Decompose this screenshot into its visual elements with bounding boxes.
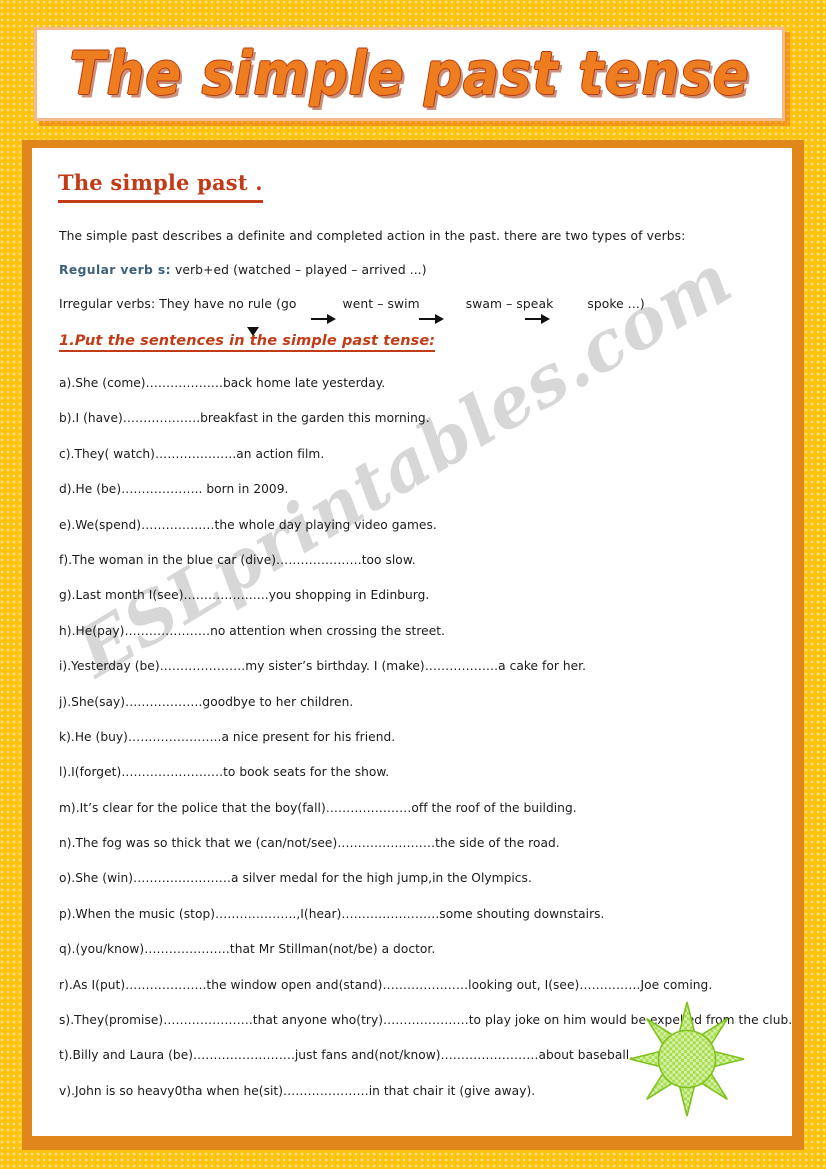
title-banner: The simple past tense <box>34 27 785 121</box>
exercise-item: a).She (come)……………….back home late yeste… <box>59 376 386 390</box>
exercise-item: d).He (be)……………….. born in 2009. <box>59 482 289 497</box>
exercise-item: c).They( watch)………………..an action film. <box>59 446 325 461</box>
irregular-verbs-lead: They have no rule (go <box>159 297 297 311</box>
exercise-item: b).I (have)……………….breakfast in the garde… <box>59 411 430 426</box>
irregular-verbs-label: Irregular verbs: <box>59 297 156 311</box>
exercise-item: n).The fog was so thick that we (can/not… <box>59 836 560 851</box>
exercise-item: k).He (buy)…………………..a nice present for h… <box>59 729 396 744</box>
exercise-item: p).When the music (stop)………………..,I(hear)… <box>59 906 605 921</box>
exercise-item: l).I(forget)…………………….to book seats for t… <box>59 765 390 780</box>
exercise-item: g).Last month I(see)…………….…..you shoppin… <box>59 588 430 603</box>
worksheet-content: The simple past . The simple past descri… <box>32 148 792 1109</box>
section-heading: The simple past . <box>58 170 263 203</box>
irregular-verbs-line: Irregular verbs: They have no rule (go we… <box>59 297 776 336</box>
regular-verbs-text: verb+ed (watched – played – arrived ...) <box>174 263 427 277</box>
irregular-pair-3: spoke ...) <box>587 297 645 311</box>
exercise-item: h).He(pay)…………………no attention when cross… <box>59 623 446 638</box>
worksheet-title: The simple past tense <box>69 39 750 109</box>
regular-verbs-label: Regular verb s: <box>59 263 171 277</box>
irregular-pair-2: swam – speak <box>465 297 554 311</box>
right-arrow-icon <box>311 314 337 324</box>
worksheet-frame: ESLprintables.com The simple past . The … <box>22 140 804 1150</box>
intro-paragraph: The simple past describes a definite and… <box>59 229 686 243</box>
right-arrow-icon <box>525 314 551 324</box>
exercise-item: r).As I(put)………………..the window open and(… <box>59 977 713 992</box>
exercise-item: o).She (win)……………………a silver medal for t… <box>59 871 532 886</box>
exercise-item: f).The woman in the blue car (dive)……………… <box>59 552 416 567</box>
exercise-item: q).(you/know)…………………that Mr Stillman(not… <box>59 942 436 957</box>
worksheet-sheet: ESLprintables.com The simple past . The … <box>32 148 792 1136</box>
regular-verbs-line: Regular verb s: verb+ed (watched – playe… <box>59 263 776 277</box>
exercise-item: e).We(spend)………………the whole day playing … <box>59 517 437 532</box>
exercise-item: i).Yesterday (be)…………………my sister’s birt… <box>59 659 587 674</box>
right-arrow-icon <box>419 314 445 324</box>
exercise-item: m).It’s clear for the police that the bo… <box>59 800 577 815</box>
down-triangle-icon <box>247 327 259 336</box>
exercise-item-list: a).She (come)……………….back home late yeste… <box>48 366 792 1109</box>
irregular-pair-1: went – swim <box>342 297 420 311</box>
exercise-item: j).She(say)……………….goodbye to her childre… <box>59 694 354 709</box>
sun-icon <box>629 1001 745 1117</box>
